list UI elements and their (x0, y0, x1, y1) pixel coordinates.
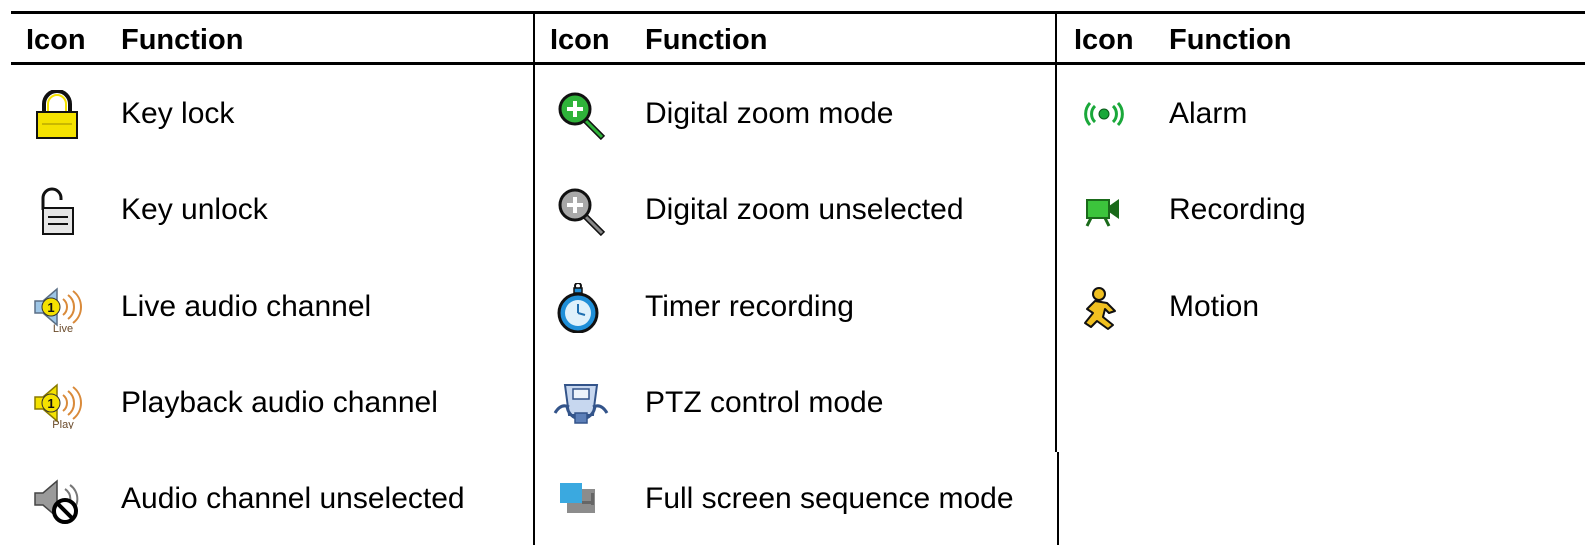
function-label: Alarm (1169, 97, 1248, 130)
column-header-icon: Icon (1074, 24, 1134, 56)
svg-text:1: 1 (47, 300, 54, 315)
table-row: Digital zoom mode (535, 66, 1055, 162)
function-label: Audio channel unselected (121, 482, 465, 515)
playback-audio-channel-icon: 1 Play (27, 379, 87, 429)
svg-text:Play: Play (52, 419, 74, 429)
table-row: Alarm (1059, 66, 1585, 162)
table-row: 1 Play Playback audio channel (11, 355, 533, 451)
digital-zoom-icon (551, 90, 611, 140)
ptz-control-icon (551, 379, 611, 429)
function-label: Digital zoom unselected (645, 193, 964, 226)
audio-unselected-icon (27, 475, 87, 525)
column-header-icon: Icon (550, 24, 610, 56)
table-row: PTZ control mode (535, 355, 1055, 451)
table-row: Key lock (11, 66, 533, 162)
function-label: Timer recording (645, 290, 854, 323)
svg-text:Live: Live (53, 323, 73, 333)
table-column-3: Icon Function Alarm Recording Motion (1059, 14, 1585, 545)
function-label: Full screen sequence mode (645, 482, 1014, 515)
table-row: Full screen sequence mode (535, 451, 1055, 547)
function-label: Live audio channel (121, 290, 372, 323)
digital-zoom-unselected-icon (551, 186, 611, 236)
alarm-icon (1075, 90, 1135, 140)
recording-icon (1075, 186, 1135, 236)
column-header-function: Function (645, 24, 768, 56)
live-audio-channel-icon: 1 Live (27, 283, 87, 333)
table-row: Recording (1059, 162, 1585, 258)
table-row: 1 Live Live audio channel (11, 259, 533, 355)
svg-text:1: 1 (47, 396, 54, 411)
function-label: PTZ control mode (645, 386, 884, 419)
table-column-2: Icon Function Digital zoom mode Digital … (535, 14, 1055, 545)
table-row: Timer recording (535, 259, 1055, 355)
column-divider-2 (1055, 14, 1057, 452)
function-label: Key lock (121, 97, 235, 130)
table-row: Key unlock (11, 162, 533, 258)
motion-icon (1075, 283, 1135, 333)
column-header-icon: Icon (26, 24, 86, 56)
table-row: Audio channel unselected (11, 451, 533, 547)
key-unlock-icon (27, 186, 87, 236)
table-column-1: Icon Function Key lock Key unlock 1 Live… (11, 14, 533, 545)
column-header-function: Function (121, 24, 244, 56)
function-label: Playback audio channel (121, 386, 438, 419)
full-screen-sequence-icon (551, 475, 611, 525)
function-label: Motion (1169, 290, 1260, 323)
key-lock-icon (27, 90, 87, 140)
table-row: Motion (1059, 259, 1585, 355)
function-label: Recording (1169, 193, 1306, 226)
table-row: Digital zoom unselected (535, 162, 1055, 258)
column-header-function: Function (1169, 24, 1292, 56)
function-label: Key unlock (121, 193, 268, 226)
timer-recording-icon (551, 283, 611, 333)
function-label: Digital zoom mode (645, 97, 894, 130)
